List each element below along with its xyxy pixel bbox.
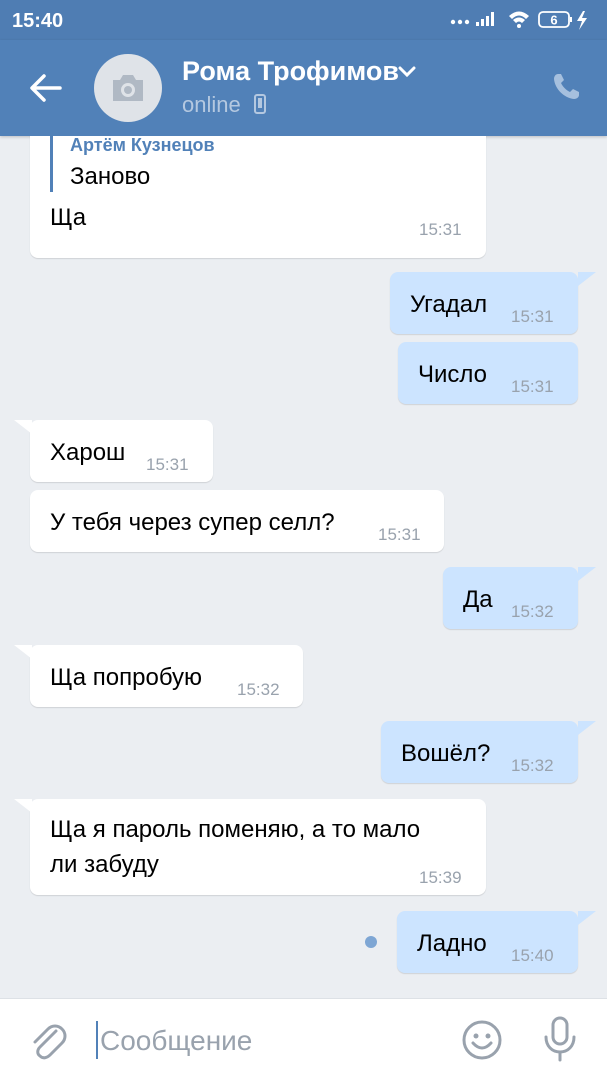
message-text: Ща попробую	[50, 664, 203, 691]
message-text: У тебя через супер селл?	[50, 509, 335, 536]
message-text: Число	[418, 361, 488, 388]
message-time: 15:31	[511, 307, 554, 326]
reply-bar	[50, 136, 53, 192]
contact-name[interactable]: Рома Трофимов	[182, 56, 399, 87]
reply-author: Артём Кузнецов	[70, 136, 215, 155]
microphone-icon[interactable]	[540, 1015, 580, 1063]
message-time: 15:32	[511, 602, 554, 621]
message-text: Ладно	[417, 930, 487, 957]
message-outgoing[interactable]: Число 15:31	[398, 342, 578, 404]
message-text-line-1: Ща я пароль поменяю, а то мало	[50, 816, 421, 843]
message-text: Харош	[50, 439, 126, 466]
status-bar: 15:40 6	[0, 0, 607, 40]
message-incoming[interactable]: Артём Кузнецов Заново Ща 15:31	[30, 136, 486, 258]
camera-icon	[113, 75, 143, 101]
chat-header: Рома Трофимов online	[0, 40, 607, 136]
message-input-bar: Сообщение	[0, 998, 607, 1081]
status-icons: 6	[449, 8, 599, 32]
message-incoming[interactable]: Ща я пароль поменяю, а то мало ли забуду…	[14, 799, 486, 895]
bubble-tail	[14, 420, 32, 434]
text-cursor	[96, 1021, 98, 1059]
message-time: 15:31	[146, 455, 189, 474]
message-list[interactable]: Артём Кузнецов Заново Ща 15:31 Угадал 15…	[0, 136, 607, 998]
message-time: 15:31	[511, 377, 554, 396]
message-incoming[interactable]: Харош 15:31	[14, 420, 213, 482]
back-button[interactable]	[28, 70, 64, 106]
battery-level: 6	[550, 13, 557, 28]
message-text: Да	[463, 586, 493, 613]
bubble-tail	[578, 721, 596, 735]
reply-text: Заново	[70, 163, 151, 190]
message-time: 15:31	[419, 220, 462, 239]
message-incoming[interactable]: Ща попробую 15:32	[14, 645, 303, 707]
bubble-tail	[578, 272, 596, 286]
message-time: 15:32	[237, 680, 280, 699]
bubble-tail	[578, 567, 596, 581]
message-time: 15:40	[511, 946, 554, 965]
paperclip-icon[interactable]	[28, 1019, 68, 1061]
contact-status: online	[182, 92, 267, 118]
message-text: Вошёл?	[401, 740, 491, 767]
emoji-icon[interactable]	[461, 1019, 503, 1061]
message-time: 15:32	[511, 756, 554, 775]
message-text: Угадал	[410, 291, 488, 318]
phone-icon[interactable]	[551, 72, 581, 102]
bubble-tail	[578, 911, 596, 925]
avatar[interactable]	[94, 54, 162, 122]
arrow-left-icon	[30, 74, 62, 102]
message-time: 15:31	[378, 525, 421, 544]
message-incoming[interactable]: У тебя через супер селл? 15:31	[30, 490, 444, 552]
mobile-icon	[253, 94, 266, 114]
unread-indicator	[365, 936, 377, 948]
message-time: 15:39	[419, 868, 462, 887]
message-outgoing[interactable]: Угадал 15:31	[390, 272, 596, 334]
message-text-line-2: ли забуду	[50, 851, 159, 878]
bubble-tail	[14, 645, 32, 659]
message-outgoing[interactable]: Да 15:32	[443, 567, 596, 629]
signal-wifi-battery-icon: 6	[450, 11, 587, 30]
message-outgoing[interactable]: Вошёл? 15:32	[381, 721, 596, 783]
chevron-down-icon[interactable]	[398, 66, 416, 78]
message-text: Ща	[50, 204, 87, 231]
status-time: 15:40	[12, 10, 64, 32]
bubble-tail	[14, 799, 32, 813]
online-status-text: online	[182, 92, 241, 117]
message-input[interactable]: Сообщение	[100, 1025, 252, 1057]
message-outgoing[interactable]: Ладно 15:40	[397, 911, 596, 973]
